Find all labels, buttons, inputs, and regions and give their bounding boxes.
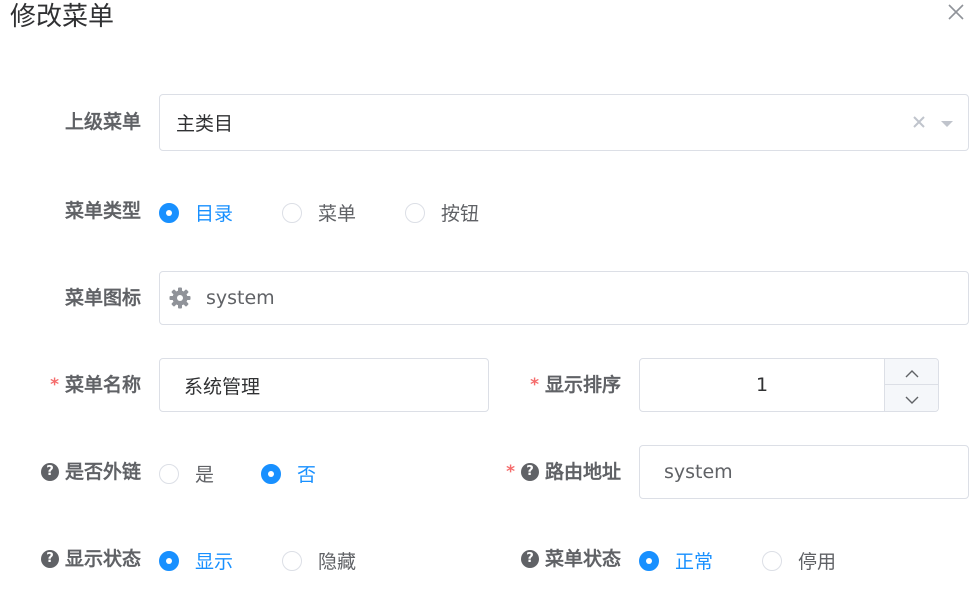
is-external-option-no[interactable]: 否: [261, 460, 316, 487]
stepper-decrease-button[interactable]: [885, 385, 938, 411]
visible-status-label: ? 显示状态: [20, 547, 141, 571]
parent-menu-label: 上级菜单: [64, 111, 141, 133]
visible-status-option-show[interactable]: 显示: [159, 547, 282, 574]
menu-icon-label: 菜单图标: [64, 287, 141, 309]
route-path-value: system: [664, 461, 733, 483]
radio-unchecked-icon: [405, 202, 425, 223]
menu-status-option-normal[interactable]: 正常: [639, 547, 762, 574]
question-icon[interactable]: ?: [40, 463, 59, 481]
menu-name-label: * 菜单名称: [50, 374, 141, 396]
menu-status-radio-group: 正常 停用: [639, 547, 836, 574]
menu-type-option-menu[interactable]: 菜单: [282, 199, 405, 226]
menu-name-value: 系统管理: [184, 375, 261, 398]
question-icon[interactable]: ?: [520, 463, 539, 481]
menu-type-radio-group: 目录 菜单 按钮: [159, 199, 479, 226]
menu-type-label: 菜单类型: [64, 200, 141, 222]
menu-status-option-disabled[interactable]: 停用: [762, 547, 836, 574]
parent-menu-value: 主类目: [176, 113, 234, 135]
chevron-down-icon: [905, 387, 919, 409]
question-icon[interactable]: ?: [40, 550, 59, 568]
menu-icon-input[interactable]: system: [159, 271, 969, 325]
is-external-label: ? 是否外链: [20, 460, 141, 484]
display-order-stepper[interactable]: 1: [639, 358, 939, 412]
question-icon[interactable]: ?: [520, 550, 539, 568]
menu-name-input[interactable]: 系统管理: [159, 358, 489, 412]
display-order-value: 1: [755, 374, 769, 396]
display-order-label: * 显示排序: [530, 374, 621, 396]
stepper-increase-button[interactable]: [885, 359, 938, 385]
dialog-title: 修改菜单: [10, 2, 115, 32]
radio-checked-icon: [159, 550, 179, 571]
radio-unchecked-icon: [282, 550, 302, 571]
chevron-up-icon: [905, 361, 919, 383]
radio-checked-icon: [639, 550, 659, 571]
is-external-option-yes[interactable]: 是: [159, 460, 261, 487]
radio-unchecked-icon: [159, 463, 179, 484]
menu-icon-value: system: [206, 287, 275, 309]
radio-unchecked-icon: [282, 202, 302, 223]
radio-unchecked-icon: [762, 550, 782, 571]
visible-status-option-hide[interactable]: 隐藏: [282, 547, 356, 574]
route-path-label: * ? 路由地址: [506, 461, 621, 483]
radio-checked-icon: [159, 202, 179, 223]
parent-menu-select[interactable]: 主类目: [159, 94, 969, 151]
caret-down-icon[interactable]: [940, 112, 954, 134]
menu-type-option-button[interactable]: 按钮: [405, 199, 479, 226]
menu-status-label: ? 菜单状态: [480, 547, 621, 571]
route-path-input[interactable]: system: [639, 445, 969, 499]
clear-icon[interactable]: [912, 112, 926, 134]
menu-type-option-directory[interactable]: 目录: [159, 199, 282, 226]
close-icon[interactable]: [946, 2, 966, 22]
radio-checked-icon: [261, 463, 281, 484]
gear-icon: [168, 286, 192, 310]
visible-status-radio-group: 显示 隐藏: [159, 547, 356, 574]
is-external-radio-group: 是 否: [159, 460, 316, 487]
edit-menu-dialog: 修改菜单 上级菜单 主类目 菜单类型 目录 菜单 按钮 菜单图标 system …: [0, 0, 971, 606]
